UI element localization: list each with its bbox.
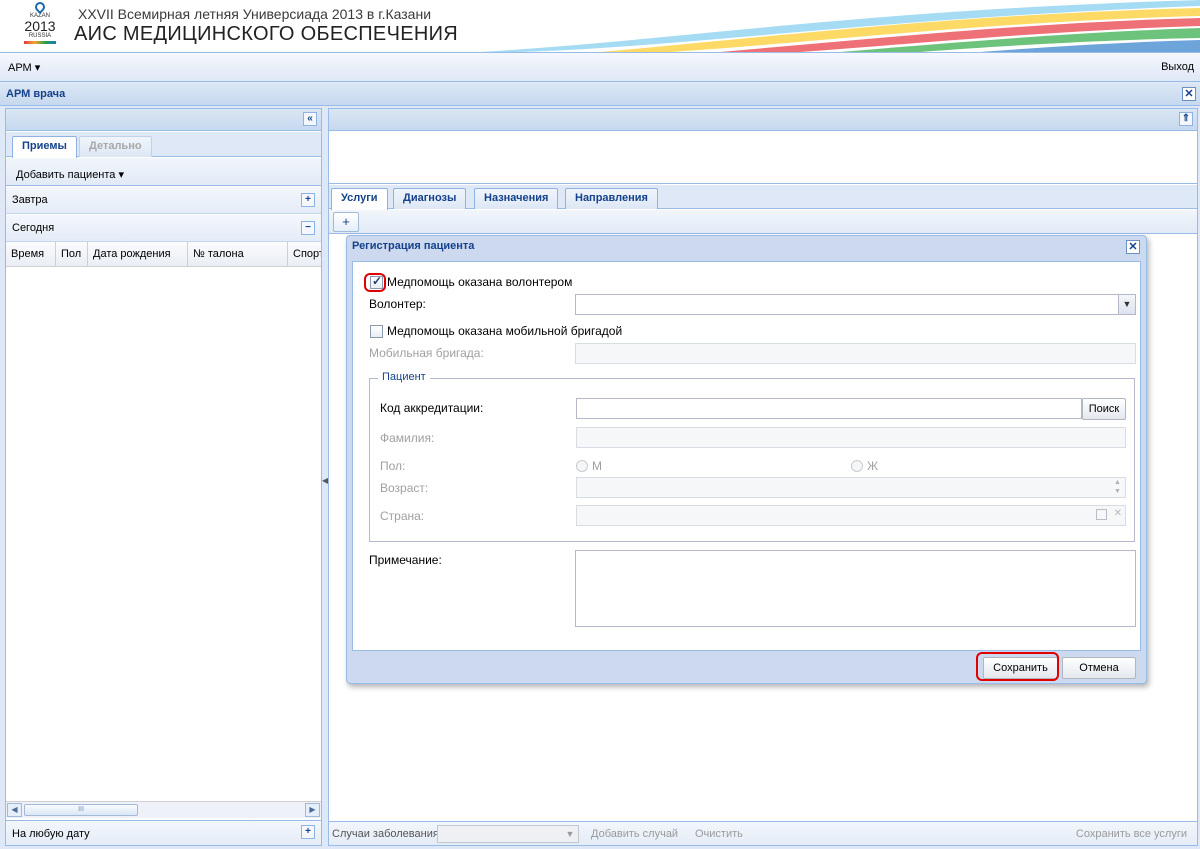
mobile-team-label: Мобильная бригада: <box>369 346 484 360</box>
left-toolbar: Добавить пациента ▾ <box>6 158 321 186</box>
group-tomorrow[interactable]: Завтра + <box>6 187 321 214</box>
surname-field[interactable] <box>576 427 1126 448</box>
tab-referrals[interactable]: Направления <box>565 188 658 209</box>
dialog-body: Медпомощь оказана волонтером Волонтер: ▼… <box>352 261 1141 651</box>
app-header: KAZAN 2013 RUSSIA XXVII Всемирная летняя… <box>0 0 1200 52</box>
right-panel-header: ⇑ <box>329 109 1197 131</box>
surname-label: Фамилия: <box>380 431 435 445</box>
volunteer-label: Волонтер: <box>369 297 426 311</box>
workspace-title-bar: АРМ врача ✕ <box>0 84 1200 106</box>
mobile-team-checkbox-label[interactable]: Медпомощь оказана мобильной бригадой <box>387 324 622 338</box>
header-subtitle: XXVII Всемирная летняя Универсиада 2013 … <box>78 6 432 22</box>
group-any-date[interactable]: На любую дату + <box>6 820 321 845</box>
highlight-mark <box>364 273 386 292</box>
scroll-right-icon[interactable]: ▶ <box>305 803 320 817</box>
search-button[interactable]: Поиск <box>1082 398 1126 420</box>
left-tabstrip: Приемы Детально <box>6 132 321 158</box>
logo-stripe <box>24 41 56 44</box>
column-sex[interactable]: Пол <box>56 242 88 266</box>
chevron-down-icon[interactable]: ▼ <box>1118 295 1135 314</box>
column-ticket[interactable]: № талона <box>188 242 288 266</box>
sex-option-female: Ж <box>867 459 879 473</box>
add-patient-button[interactable]: Добавить пациента ▾ <box>16 165 124 187</box>
arm-menu[interactable]: АРМ ▾ <box>8 61 40 74</box>
group-label: Завтра <box>12 194 48 206</box>
spinner-icon[interactable]: ▲ ▼ <box>1110 478 1125 497</box>
patient-registration-dialog: Регистрация пациента ✕ Медпомощь оказана… <box>346 235 1147 684</box>
flame-icon <box>32 0 48 15</box>
note-textarea[interactable] <box>575 550 1136 627</box>
note-label: Примечание: <box>369 553 442 567</box>
mobile-team-checkbox[interactable] <box>370 325 383 338</box>
volunteer-checkbox-label[interactable]: Медпомощь оказана волонтером <box>387 275 572 289</box>
workspace-title: АРМ врача <box>6 88 66 100</box>
header-title: АИС МЕДИЦИНСКОГО ОБЕСПЕЧЕНИЯ <box>74 23 459 45</box>
highlight-mark <box>976 652 1059 681</box>
sex-label: Пол: <box>380 459 406 473</box>
services-footer: Случаи заболевания ▼ Добавить случай Очи… <box>329 821 1197 845</box>
column-time[interactable]: Время <box>6 242 56 266</box>
group-today[interactable]: Сегодня − <box>6 215 321 242</box>
patient-fieldset: Пациент Код аккредитации: Поиск Фамилия:… <box>369 371 1135 542</box>
chevron-down-icon[interactable]: ▼ <box>562 826 578 842</box>
sex-radio-female[interactable] <box>851 460 863 472</box>
close-icon[interactable]: ✕ <box>1182 87 1196 101</box>
universiade-logo: KAZAN 2013 RUSSIA <box>18 0 62 50</box>
cancel-button[interactable]: Отмена <box>1062 657 1136 679</box>
logo-year: 2013 <box>24 18 56 34</box>
column-birthdate[interactable]: Дата рождения <box>88 242 188 266</box>
horizontal-scrollbar[interactable]: ◀ III ▶ <box>6 801 321 818</box>
close-icon[interactable]: ✕ <box>1126 240 1140 254</box>
country-label: Страна: <box>380 509 425 523</box>
scroll-thumb[interactable]: III <box>24 804 138 816</box>
scroll-left-icon[interactable]: ◀ <box>7 803 22 817</box>
menu-bar: АРМ ▾ Выход <box>0 52 1200 82</box>
clear-icon[interactable]: ✕ <box>1114 508 1122 519</box>
collapse-up-icon[interactable]: ⇑ <box>1179 112 1193 126</box>
expand-icon[interactable]: + <box>301 193 315 207</box>
age-field[interactable]: ▲ ▼ <box>576 477 1126 498</box>
add-service-button[interactable]: + <box>333 212 359 232</box>
group-label: Сегодня <box>12 222 55 234</box>
column-sport[interactable]: Спорт <box>288 242 321 266</box>
collapse-icon[interactable]: − <box>301 221 315 235</box>
country-field[interactable]: ✕ <box>576 505 1126 526</box>
cases-select[interactable]: ▼ <box>437 825 579 843</box>
header-decoration <box>480 0 1200 52</box>
sex-option-male: М <box>592 459 602 473</box>
tab-details[interactable]: Детально <box>79 136 152 157</box>
accreditation-input[interactable] <box>576 398 1082 419</box>
right-tabstrip: Услуги Диагнозы Назначения Направления <box>329 185 1197 210</box>
clear-button[interactable]: Очистить <box>695 828 743 840</box>
left-panel-header: « <box>6 109 321 131</box>
age-label: Возраст: <box>380 481 429 495</box>
mobile-team-field[interactable] <box>575 343 1136 364</box>
lookup-icon[interactable] <box>1096 509 1107 520</box>
tab-appointments[interactable]: Приемы <box>12 136 77 158</box>
patient-info-area <box>329 132 1197 184</box>
exit-link[interactable]: Выход <box>1161 61 1194 73</box>
patient-legend: Пациент <box>378 371 430 383</box>
group-label: На любую дату <box>12 828 90 840</box>
dialog-title: Регистрация пациента <box>352 240 475 252</box>
collapse-left-icon[interactable]: « <box>303 112 317 126</box>
appointments-grid-header: Время Пол Дата рождения № талона Спорт <box>6 242 321 267</box>
tab-diagnoses[interactable]: Диагнозы <box>393 188 467 209</box>
accreditation-label: Код аккредитации: <box>380 401 484 415</box>
tab-prescriptions[interactable]: Назначения <box>474 188 559 209</box>
save-all-services-button[interactable]: Сохранить все услуги <box>1076 828 1187 840</box>
expand-icon[interactable]: + <box>301 825 315 839</box>
add-case-button[interactable]: Добавить случай <box>591 828 678 840</box>
appointments-panel: « Приемы Детально Добавить пациента ▾ За… <box>5 108 322 846</box>
sex-radio-male[interactable] <box>576 460 588 472</box>
tab-services[interactable]: Услуги <box>331 188 388 210</box>
cases-label: Случаи заболевания <box>332 828 439 840</box>
services-toolbar: + <box>329 210 1197 234</box>
volunteer-combobox[interactable]: ▼ <box>575 294 1136 315</box>
